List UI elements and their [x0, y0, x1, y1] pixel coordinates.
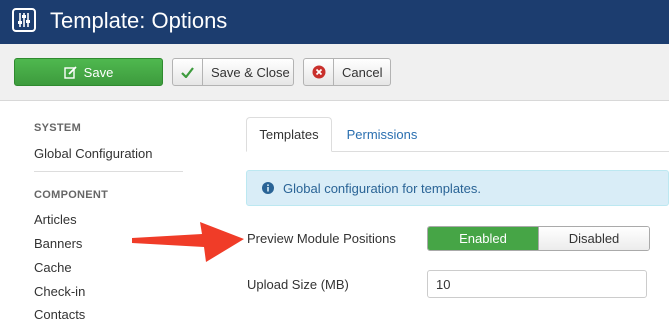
- sidebar-item-check-in[interactable]: Check-in: [34, 284, 85, 299]
- preview-module-positions-label: Preview Module Positions: [247, 231, 396, 246]
- cancel-button[interactable]: Cancel: [303, 58, 391, 86]
- sidebar-divider: [34, 171, 183, 172]
- save-close-button[interactable]: Save & Close: [172, 58, 294, 86]
- toolbar: Save Save & Close Cancel: [0, 44, 669, 101]
- sidebar-item-global-configuration[interactable]: Global Configuration: [34, 146, 153, 161]
- upload-size-label: Upload Size (MB): [247, 277, 349, 292]
- cancel-label: Cancel: [342, 64, 383, 80]
- sidebar-heading-system: SYSTEM: [34, 122, 82, 134]
- sidebar-heading-component: COMPONENT: [34, 189, 109, 201]
- options-sliders-icon: [12, 8, 36, 32]
- sidebar-item-cache[interactable]: Cache: [34, 260, 72, 275]
- save-button[interactable]: Save: [14, 58, 163, 86]
- save-close-label: Save & Close: [211, 64, 290, 80]
- app-header: Template: Options: [0, 0, 669, 44]
- disabled-option[interactable]: Disabled: [538, 227, 649, 250]
- info-alert: Global configuration for templates.: [246, 170, 669, 206]
- check-icon: [173, 59, 203, 85]
- tab-permissions[interactable]: Permissions: [333, 117, 431, 152]
- sidebar-item-banners[interactable]: Banners: [34, 236, 82, 251]
- page-title: Template: Options: [50, 8, 228, 33]
- edit-icon: [63, 65, 77, 79]
- sidebar-item-contacts[interactable]: Contacts: [34, 307, 85, 322]
- enabled-option[interactable]: Enabled: [428, 227, 538, 250]
- sidebar-item-articles[interactable]: Articles: [34, 212, 77, 227]
- save-button-label: Save: [83, 64, 114, 80]
- info-circle-icon: [262, 182, 274, 194]
- annotation-arrow-icon: [132, 222, 244, 262]
- preview-module-positions-toggle: Enabled Disabled: [427, 226, 650, 251]
- alert-text: Global configuration for templates.: [283, 180, 481, 196]
- cancel-icon: [304, 59, 334, 85]
- upload-size-input[interactable]: 10: [427, 270, 647, 298]
- tab-templates[interactable]: Templates: [246, 117, 332, 152]
